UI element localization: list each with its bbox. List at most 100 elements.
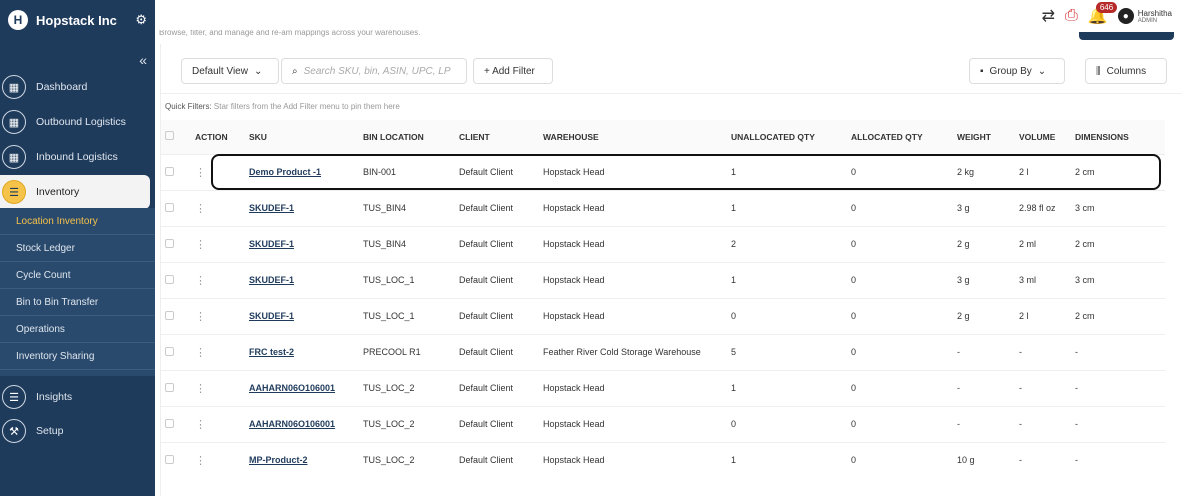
table-row[interactable]: ⋮ Demo Product -1 BIN-001 Default Client Hop… bbox=[161, 153, 1165, 190]
primary-action-button[interactable] bbox=[1079, 32, 1174, 40]
row-action-menu-icon[interactable]: ⋮ bbox=[191, 225, 245, 262]
search-input[interactable]: ⌕ Search SKU, bin, ASIN, UPC, LP bbox=[281, 58, 467, 84]
weight: 10 g bbox=[957, 455, 975, 466]
table-row[interactable]: ⋮ AAHARN06O106001 TUS_LOC_2 Default Client H… bbox=[161, 405, 1165, 442]
row-checkbox[interactable] bbox=[161, 189, 191, 226]
row-checkbox[interactable] bbox=[161, 369, 191, 406]
unallocated-qty: 1 bbox=[731, 455, 737, 466]
grid-icon: ▪ bbox=[980, 65, 984, 77]
row-checkbox[interactable] bbox=[161, 225, 191, 262]
table-row[interactable]: ⋮ FRC test-2 PRECOOL R1 Default Client Feath… bbox=[161, 333, 1165, 370]
sidebar-item-setup[interactable]: ⚒ Setup bbox=[0, 414, 155, 448]
table-row[interactable]: ⋮ SKUDEF-1 TUS_LOC_1 Default Client Hopstack… bbox=[161, 261, 1165, 298]
warehouse: Hopstack Head bbox=[543, 275, 605, 285]
sku-link[interactable]: SKUDEF-1 bbox=[249, 311, 294, 321]
sku-link[interactable]: SKUDEF-1 bbox=[249, 275, 294, 285]
submenu-stock-ledger[interactable]: Stock Ledger bbox=[0, 235, 155, 262]
col-header-bin-location[interactable]: BIN LOCATION bbox=[359, 120, 455, 154]
sku-link[interactable]: SKUDEF-1 bbox=[249, 239, 294, 249]
bin-location: PRECOOL R1 bbox=[363, 347, 421, 357]
table-row[interactable]: ⋮ MP-Product-2 TUS_LOC_2 Default Client Hops… bbox=[161, 441, 1165, 478]
col-header-sku[interactable]: SKU bbox=[245, 120, 359, 154]
warehouse: Feather River Cold Storage Warehouse bbox=[543, 347, 701, 357]
row-checkbox[interactable] bbox=[161, 441, 191, 478]
sku-link[interactable]: AAHARN06O106001 bbox=[249, 383, 335, 393]
row-action-menu-icon[interactable]: ⋮ bbox=[191, 153, 245, 190]
add-filter-button[interactable]: + Add Filter bbox=[473, 58, 553, 84]
user-role: ADMIN bbox=[1137, 17, 1158, 24]
row-checkbox[interactable] bbox=[161, 261, 191, 298]
sidebar-item-label: Outbound Logistics bbox=[36, 116, 126, 128]
sidebar-item-inventory[interactable]: ☰ Inventory bbox=[0, 175, 150, 209]
sidebar-item-dashboard[interactable]: ▦ Dashboard bbox=[0, 70, 155, 104]
table-row[interactable]: ⋮ AAHARN06O106001 TUS_LOC_2 Default Client H… bbox=[161, 369, 1165, 406]
row-checkbox[interactable] bbox=[161, 333, 191, 370]
sku-link[interactable]: AAHARN06O106001 bbox=[249, 419, 335, 429]
col-header-allocated-qty[interactable]: ALLOCATED QTY bbox=[847, 120, 953, 154]
select-all-checkbox[interactable] bbox=[161, 120, 191, 154]
unallocated-qty: 1 bbox=[731, 203, 737, 213]
sidebar-item-inbound[interactable]: ▦ Inbound Logistics bbox=[0, 140, 155, 174]
sku-link[interactable]: FRC test-2 bbox=[249, 347, 294, 357]
swap-icon[interactable]: ⇄ bbox=[1042, 6, 1055, 26]
submenu-inventory-sharing[interactable]: Inventory Sharing bbox=[0, 343, 155, 370]
col-header-unallocated-qty[interactable]: UNALLOCATED QTY bbox=[727, 120, 847, 154]
quick-filters-hint: Star filters from the Add Filter menu to… bbox=[213, 102, 400, 111]
inventory-table: ACTION SKU BIN LOCATION CLIENT WAREHOUSE… bbox=[161, 120, 1165, 478]
bell-icon[interactable]: 🔔 646 bbox=[1088, 2, 1118, 26]
printer-icon[interactable]: ⎙ bbox=[1065, 7, 1078, 25]
warehouse: Hopstack Head bbox=[543, 167, 605, 177]
volume: - bbox=[1019, 383, 1022, 393]
sku-link[interactable]: Demo Product -1 bbox=[249, 167, 321, 177]
col-header-weight: WEIGHT bbox=[953, 120, 1015, 154]
dimensions: - bbox=[1075, 455, 1078, 466]
view-label: Default View bbox=[192, 65, 248, 77]
volume: 2 ml bbox=[1019, 239, 1037, 249]
submenu-bin-transfer[interactable]: Bin to Bin Transfer bbox=[0, 289, 155, 316]
row-action-menu-icon[interactable]: ⋮ bbox=[191, 369, 245, 406]
row-checkbox[interactable] bbox=[161, 405, 191, 442]
user-menu[interactable]: ● Harshitha ADMIN bbox=[1117, 8, 1172, 24]
sku-link[interactable]: SKUDEF-1 bbox=[249, 203, 294, 213]
row-action-menu-icon[interactable]: ⋮ bbox=[191, 405, 245, 442]
table-row[interactable]: ⋮ SKUDEF-1 TUS_BIN4 Default Client Hopstack … bbox=[161, 225, 1165, 262]
row-action-menu-icon[interactable]: ⋮ bbox=[191, 297, 245, 334]
header-icons: ⇄ ⎙ 🔔 646 ● Harshitha ADMIN bbox=[1042, 2, 1172, 26]
collapse-sidebar-icon[interactable]: « bbox=[139, 52, 147, 68]
row-checkbox[interactable] bbox=[161, 153, 191, 190]
submenu-location-inventory[interactable]: Location Inventory bbox=[0, 208, 155, 235]
list-icon: ☰ bbox=[2, 180, 26, 204]
row-action-menu-icon[interactable]: ⋮ bbox=[191, 333, 245, 370]
col-header-client[interactable]: CLIENT bbox=[455, 120, 539, 154]
submenu-operations[interactable]: Operations bbox=[0, 316, 155, 343]
sku-link[interactable]: MP-Product-2 bbox=[249, 455, 308, 465]
table-row[interactable]: ⋮ SKUDEF-1 TUS_BIN4 Default Client Hopstack … bbox=[161, 189, 1165, 226]
sidebar-item-outbound[interactable]: ▦ Outbound Logistics bbox=[0, 105, 155, 139]
bin-location: TUS_LOC_2 bbox=[363, 383, 415, 393]
row-action-menu-icon[interactable]: ⋮ bbox=[191, 261, 245, 298]
warehouse: Hopstack Head bbox=[543, 311, 605, 321]
submenu-cycle-count[interactable]: Cycle Count bbox=[0, 262, 155, 289]
col-header-warehouse[interactable]: WAREHOUSE bbox=[539, 120, 727, 154]
gear-icon[interactable]: ⚙ bbox=[135, 12, 147, 28]
group-by-button[interactable]: ▪ Group By ⌄ bbox=[969, 58, 1065, 84]
sidebar: H Hopstack Inc ⚙ « ▦ Dashboard ▦ Outboun… bbox=[0, 0, 155, 496]
allocated-qty: 0 bbox=[851, 239, 857, 249]
weight: 3 g bbox=[957, 203, 970, 213]
client: Default Client bbox=[459, 419, 514, 429]
sidebar-item-label: Setup bbox=[36, 425, 64, 437]
bin-location: TUS_BIN4 bbox=[363, 203, 407, 213]
view-selector[interactable]: Default View ⌄ bbox=[181, 58, 279, 84]
row-action-menu-icon[interactable]: ⋮ bbox=[191, 441, 245, 478]
sidebar-item-insights[interactable]: ☰ Insights bbox=[0, 380, 155, 414]
row-checkbox[interactable] bbox=[161, 297, 191, 334]
columns-button[interactable]: ⫼ Columns bbox=[1085, 58, 1167, 84]
setup-icon: ⚒ bbox=[2, 419, 26, 443]
dimensions: - bbox=[1075, 383, 1078, 393]
col-header-volume: VOLUME bbox=[1015, 120, 1071, 154]
brand-header: H Hopstack Inc ⚙ bbox=[0, 0, 155, 40]
client: Default Client bbox=[459, 275, 514, 285]
row-action-menu-icon[interactable]: ⋮ bbox=[191, 189, 245, 226]
table-row[interactable]: ⋮ SKUDEF-1 TUS_LOC_1 Default Client Hopstack… bbox=[161, 297, 1165, 334]
allocated-qty: 0 bbox=[851, 167, 857, 177]
